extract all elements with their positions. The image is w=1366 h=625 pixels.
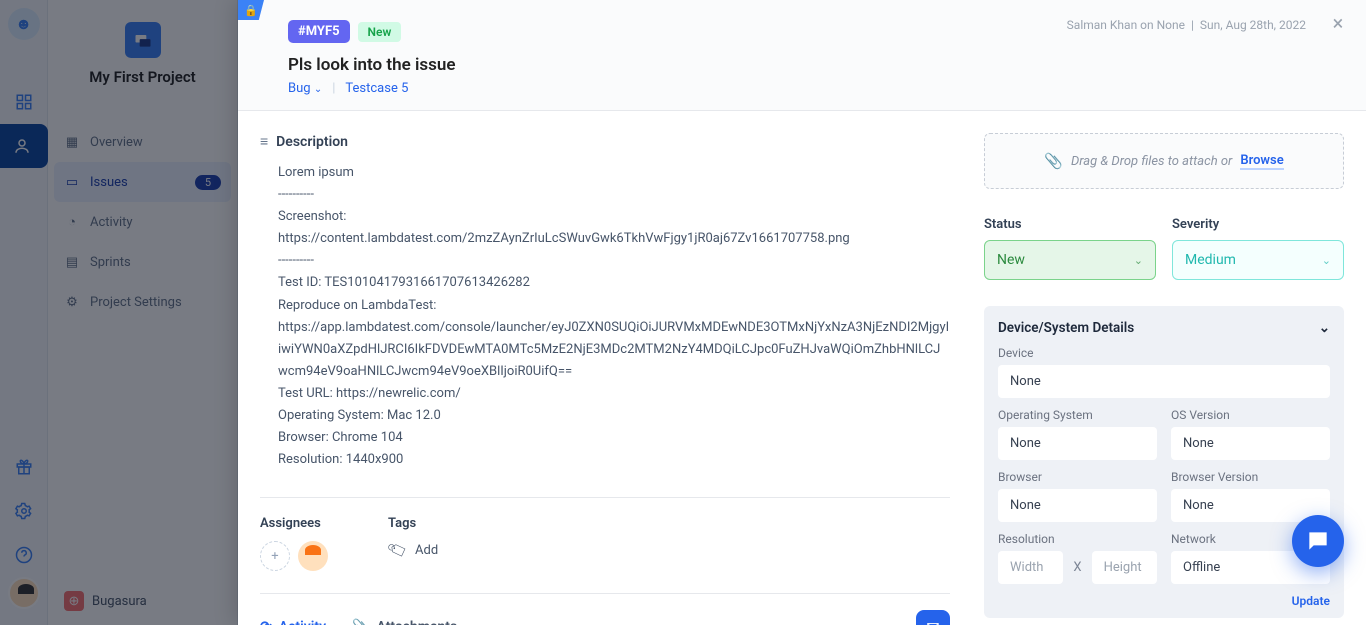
description-body: Lorem ipsum----------Screenshot:https://… xyxy=(260,162,950,471)
issues-count-badge: 5 xyxy=(195,175,221,190)
device-label: Device xyxy=(998,346,1330,360)
assignees-heading: Assignees xyxy=(260,516,328,531)
rail-users-icon[interactable] xyxy=(0,124,48,168)
close-button[interactable]: × xyxy=(1328,14,1348,34)
resolution-label: Resolution xyxy=(998,532,1157,546)
sidebar-item-label: Activity xyxy=(90,215,133,230)
panel-title: Device/System Details xyxy=(998,320,1134,336)
project-sidebar: My First Project ▦ Overview ▭ Issues 5 ◔… xyxy=(48,0,238,625)
issue-drawer: 🔒 #MYF5 New Salman Khan on None | Sun, A… xyxy=(238,0,1366,625)
issue-title: Pls look into the issue xyxy=(288,55,1344,75)
bv-label: Browser Version xyxy=(1171,470,1330,484)
testcase-link[interactable]: Testcase 5 xyxy=(345,81,408,96)
browse-link[interactable]: Browse xyxy=(1240,153,1283,170)
refresh-icon: ⟳ xyxy=(260,619,272,625)
osv-label: OS Version xyxy=(1171,408,1330,422)
issue-status-badge: New xyxy=(358,22,402,42)
sidebar-item-sprints[interactable]: ▤ Sprints xyxy=(48,242,237,282)
app-logo[interactable]: ☻ xyxy=(8,8,40,40)
rail-settings-icon[interactable] xyxy=(0,489,48,533)
sidebar-item-label: Issues xyxy=(90,175,128,190)
grid-icon: ▦ xyxy=(64,134,80,150)
os-label: Operating System xyxy=(998,408,1157,422)
severity-label: Severity xyxy=(1172,217,1344,232)
status-select[interactable]: New ⌄ xyxy=(984,240,1156,280)
tab-activity[interactable]: ⟳ Activity xyxy=(260,619,326,625)
sidebar-item-activity[interactable]: ◔ Activity xyxy=(48,202,237,242)
tab-attachments[interactable]: 📎 Attachments xyxy=(352,619,457,625)
support-chat-button[interactable] xyxy=(1292,515,1344,567)
add-assignee-button[interactable]: + xyxy=(260,541,290,571)
sprint-icon: ▤ xyxy=(64,254,80,270)
tag-icon: 🏷 xyxy=(385,539,409,562)
menu-icon: ≡ xyxy=(260,133,268,150)
drawer-header: 🔒 #MYF5 New Salman Khan on None | Sun, A… xyxy=(238,0,1366,111)
device-field[interactable]: None xyxy=(998,365,1330,398)
browser-field[interactable]: None xyxy=(998,489,1157,522)
status-label: Status xyxy=(984,217,1156,232)
assignee-avatar[interactable] xyxy=(298,541,328,571)
sidebar-item-label: Sprints xyxy=(90,255,131,270)
paperclip-icon: 📎 xyxy=(352,619,369,625)
osv-field[interactable]: None xyxy=(1171,427,1330,460)
chevron-down-icon[interactable]: ⌄ xyxy=(1319,320,1330,336)
chevron-down-icon: ⌄ xyxy=(314,84,322,95)
device-details-panel: Device/System Details ⌄ Device None Oper… xyxy=(984,306,1344,618)
description-heading: Description xyxy=(276,134,348,150)
book-icon: ▭ xyxy=(64,174,80,190)
project-title: My First Project xyxy=(48,68,237,86)
chevron-down-icon: ⌄ xyxy=(1134,254,1143,267)
issue-type-link[interactable]: Bug ⌄ xyxy=(288,81,322,96)
mail-button[interactable]: ✉ xyxy=(916,610,950,625)
issue-created-at: Sun, Aug 28th, 2022 xyxy=(1200,18,1306,32)
resolution-height-input[interactable]: Height xyxy=(1092,551,1157,584)
sidebar-item-overview[interactable]: ▦ Overview xyxy=(48,122,237,162)
rail-gift-icon[interactable] xyxy=(0,445,48,489)
issue-creator: Salman Khan on None xyxy=(1067,18,1185,32)
sidebar-footer-label: Bugasura xyxy=(92,594,147,609)
rail-dashboard-icon[interactable] xyxy=(0,80,48,124)
sidebar-item-label: Overview xyxy=(90,135,143,150)
clock-icon: ◔ xyxy=(64,214,80,230)
sidebar-item-issues[interactable]: ▭ Issues 5 xyxy=(54,162,231,202)
paperclip-icon: 📎 xyxy=(1044,152,1063,170)
update-button[interactable]: Update xyxy=(998,594,1330,608)
app-rail: ☻ xyxy=(0,0,48,625)
project-icon xyxy=(125,22,161,58)
sidebar-item-label: Project Settings xyxy=(90,295,182,310)
lock-icon[interactable]: 🔒 xyxy=(238,0,264,20)
add-tag-button[interactable]: 🏷 Add xyxy=(388,541,438,559)
bug-icon: ⊕ xyxy=(64,591,84,611)
browser-label: Browser xyxy=(998,470,1157,484)
sidebar-item-project-settings[interactable]: ⚙ Project Settings xyxy=(48,282,237,322)
os-field[interactable]: None xyxy=(998,427,1157,460)
tags-heading: Tags xyxy=(388,516,438,531)
chevron-down-icon: ⌄ xyxy=(1322,254,1331,267)
issue-id-badge: #MYF5 xyxy=(288,20,350,43)
resolution-width-input[interactable]: Width xyxy=(998,551,1063,584)
settings-icon: ⚙ xyxy=(64,294,80,310)
attachment-dropzone[interactable]: 📎 Drag & Drop files to attach or Browse xyxy=(984,133,1344,189)
rail-help-icon[interactable] xyxy=(0,533,48,577)
severity-select[interactable]: Medium ⌄ xyxy=(1172,240,1344,280)
rail-avatar[interactable] xyxy=(8,577,40,609)
